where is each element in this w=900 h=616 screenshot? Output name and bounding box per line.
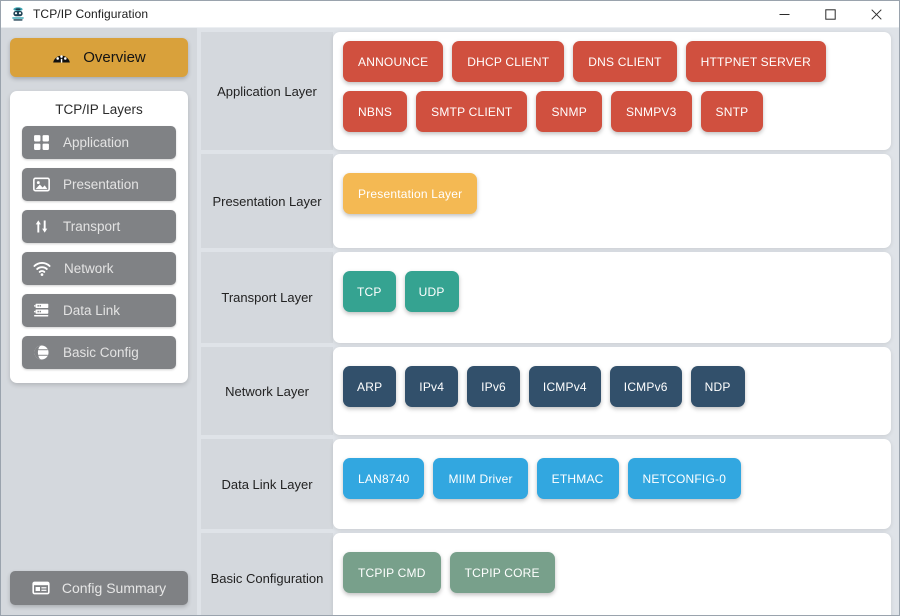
application-window: TCP/IP Configuration Overview TCP/IP Lay… (0, 0, 900, 616)
module-chip[interactable]: SNMP (536, 91, 602, 132)
layer-row-label: Application Layer (201, 32, 333, 150)
module-chip[interactable]: NDP (690, 366, 745, 407)
dashboard-gauge-icon (52, 48, 71, 67)
layer-row-items: ANNOUNCE DHCP CLIENT DNS CLIENT HTTPNET … (333, 32, 891, 150)
module-chip[interactable]: ICMPv6 (609, 366, 682, 407)
module-chip[interactable]: ICMPv4 (528, 366, 601, 407)
module-chip[interactable]: ANNOUNCE (343, 41, 444, 82)
sidebar-item-label: Network (64, 261, 114, 276)
overview-button-label: Overview (83, 49, 146, 66)
sidebar-item-label: Presentation (63, 177, 139, 192)
globe-icon (33, 344, 50, 361)
module-chip[interactable]: SNMPV3 (610, 91, 692, 132)
layer-row-label: Transport Layer (201, 252, 333, 343)
grid-squares-icon (33, 134, 50, 151)
module-chip[interactable]: MIIM Driver (433, 458, 528, 499)
title-bar: TCP/IP Configuration (1, 1, 899, 28)
module-chip[interactable]: Presentation Layer (343, 173, 478, 214)
layer-row-items: TCP UDP (333, 252, 891, 343)
layers-card-title: TCP/IP Layers (55, 102, 143, 117)
layer-row-label: Basic Configuration (201, 533, 333, 615)
layer-row-basic-configuration: Basic Configuration TCPIP CMD TCPIP CORE (201, 533, 891, 615)
module-chip[interactable]: DHCP CLIENT (452, 41, 565, 82)
module-chip[interactable]: ARP (343, 366, 397, 407)
layer-row-data-link: Data Link Layer LAN8740 MIIM Driver ETHM… (201, 439, 891, 529)
layer-row-items: ARP IPv4 IPv6 ICMPv4 ICMPv6 NDP (333, 347, 891, 435)
window-content: Overview TCP/IP Layers Application Prese… (1, 28, 899, 615)
module-chip[interactable]: NETCONFIG-0 (627, 458, 742, 499)
sidebar-item-label: Basic Config (63, 345, 139, 360)
module-chip[interactable]: DNS CLIENT (573, 41, 677, 82)
sidebar-item-transport[interactable]: Transport (22, 210, 176, 243)
module-chip[interactable]: IPv4 (405, 366, 459, 407)
config-summary-button[interactable]: Config Summary (10, 571, 188, 605)
close-button[interactable] (853, 1, 899, 28)
window-list-icon (32, 579, 50, 597)
module-chip[interactable]: TCPIP CMD (343, 552, 441, 593)
config-summary-label: Config Summary (61, 580, 167, 596)
module-chip[interactable]: NBNS (343, 91, 408, 132)
module-chip[interactable]: TCPIP CORE (449, 552, 555, 593)
layer-row-items: LAN8740 MIIM Driver ETHMAC NETCONFIG-0 (333, 439, 891, 529)
layer-row-label: Presentation Layer (201, 154, 333, 248)
layer-row-label: Network Layer (201, 347, 333, 435)
module-chip[interactable]: LAN8740 (343, 458, 425, 499)
up-down-arrows-icon (33, 218, 50, 235)
module-chip[interactable]: HTTPNET SERVER (685, 41, 827, 82)
layer-row-presentation: Presentation Layer Presentation Layer (201, 154, 891, 248)
layer-row-transport: Transport Layer TCP UDP (201, 252, 891, 343)
sidebar-item-network[interactable]: Network (22, 252, 176, 285)
layer-row-items: TCPIP CMD TCPIP CORE (333, 533, 891, 615)
module-chip[interactable]: IPv6 (467, 366, 520, 407)
window-title: TCP/IP Configuration (33, 7, 149, 21)
module-chip[interactable]: TCP (343, 271, 396, 312)
layer-row-items: Presentation Layer (333, 154, 891, 248)
module-chip[interactable]: UDP (404, 271, 459, 312)
sidebar-item-label: Transport (63, 219, 121, 234)
maximize-button[interactable] (807, 1, 853, 28)
sidebar: Overview TCP/IP Layers Application Prese… (1, 28, 197, 615)
minimize-button[interactable] (761, 1, 807, 28)
module-chip[interactable]: ETHMAC (536, 458, 619, 499)
sidebar-item-presentation[interactable]: Presentation (22, 168, 176, 201)
sidebar-item-label: Application (63, 135, 130, 150)
sidebar-item-application[interactable]: Application (22, 126, 176, 159)
sidebar-item-label: Data Link (63, 303, 121, 318)
layer-row-application: Application Layer ANNOUNCE DHCP CLIENT D… (201, 32, 891, 150)
sidebar-item-data-link[interactable]: Data Link (22, 294, 176, 327)
layers-panel: Application Layer ANNOUNCE DHCP CLIENT D… (197, 28, 899, 615)
tcpip-layers-card: TCP/IP Layers Application Presentation T… (10, 91, 188, 383)
layer-row-network: Network Layer ARP IPv4 IPv6 ICMPv4 ICMPv… (201, 347, 891, 435)
window-controls (761, 1, 899, 28)
server-rack-icon (33, 302, 50, 319)
module-chip[interactable]: SMTP CLIENT (416, 91, 528, 132)
overview-button[interactable]: Overview (10, 38, 188, 77)
wifi-icon (33, 260, 51, 278)
image-picture-icon (33, 176, 50, 193)
module-chip[interactable]: SNTP (700, 91, 764, 132)
network-stack-icon (9, 6, 26, 23)
sidebar-item-basic-config[interactable]: Basic Config (22, 336, 176, 369)
layer-row-label: Data Link Layer (201, 439, 333, 529)
